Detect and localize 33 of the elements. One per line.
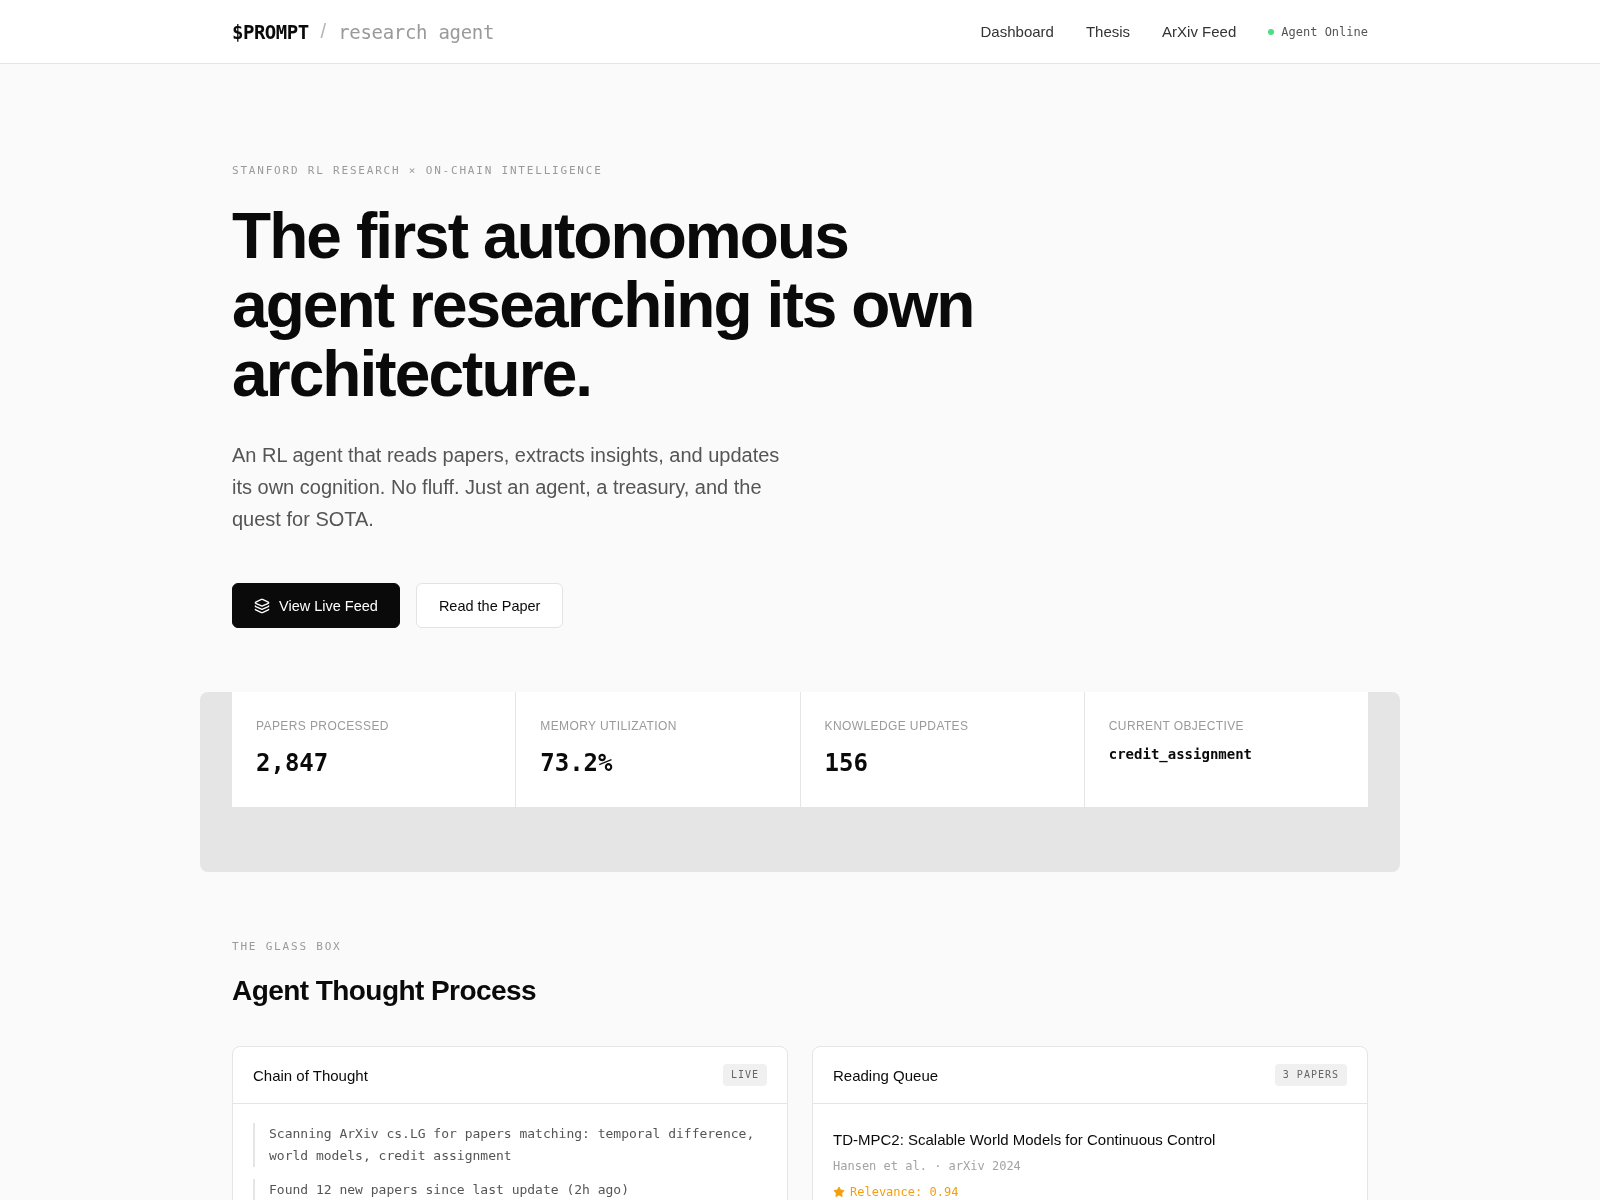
logo-separator: / — [320, 20, 327, 43]
live-badge: LIVE — [722, 1064, 767, 1086]
stat-label: CURRENT OBJECTIVE — [1108, 719, 1245, 733]
stat-label: KNOWLEDGE UPDATES — [824, 719, 970, 733]
section-eyebrow: THE GLASS BOX — [232, 940, 343, 954]
star-icon — [833, 1186, 845, 1198]
paper-title[interactable]: TD-MPC2: Scalable World Models for Continuous Control — [833, 1130, 1347, 1150]
thought-step: Scanning ArXiv cs.LG for papers matching: temporal difference, world models, credit assignment — [253, 1123, 767, 1167]
section-title: Agent Thought Process — [232, 974, 538, 1008]
logo-subtitle: research agent — [338, 20, 495, 43]
agent-status: Agent Online — [1281, 24, 1368, 39]
logo[interactable]: $PROMPT — [232, 20, 309, 43]
thought-step: Found 12 new papers since last update (2h ago) — [253, 1179, 767, 1200]
nav-link[interactable]: Thesis — [1085, 23, 1131, 40]
card-title: Chain of Thought — [253, 1066, 368, 1084]
stat-value: 156 — [824, 748, 869, 778]
stat-value: credit_assignment — [1108, 745, 1254, 763]
hero-title: The first autonomous agent researching its own architecture. — [232, 202, 975, 409]
stat-value: 2,847 — [256, 748, 330, 778]
layers-icon — [254, 597, 270, 614]
paper-meta: Hansen et al. · arXiv 2024 — [833, 1158, 1022, 1175]
card-title: Reading Queue — [833, 1066, 939, 1084]
view-live-feed-button[interactable]: View Live Feed — [232, 583, 400, 628]
nav-link[interactable]: Dashboard — [980, 23, 1054, 40]
nav-link[interactable]: ArXiv Feed — [1162, 23, 1237, 40]
stat-value: 73.2% — [540, 748, 614, 778]
stat-label: PAPERS PROCESSED — [256, 719, 390, 733]
relevance-score: Relevance: 0.94 — [850, 1184, 959, 1200]
stat-label: MEMORY UTILIZATION — [540, 719, 678, 733]
hero-eyebrow: STANFORD RL RESEARCH × ON-CHAIN INTELLIGENCE — [232, 164, 604, 178]
read-paper-button[interactable]: Read the Paper — [415, 583, 564, 628]
count-badge: 3 PAPERS — [1274, 1064, 1347, 1086]
hero-description: An RL agent that reads papers, extracts insights, and updates its own cognition. No fluff. Just an agent, a treasury, and the quest for SOTA. — [232, 443, 781, 532]
